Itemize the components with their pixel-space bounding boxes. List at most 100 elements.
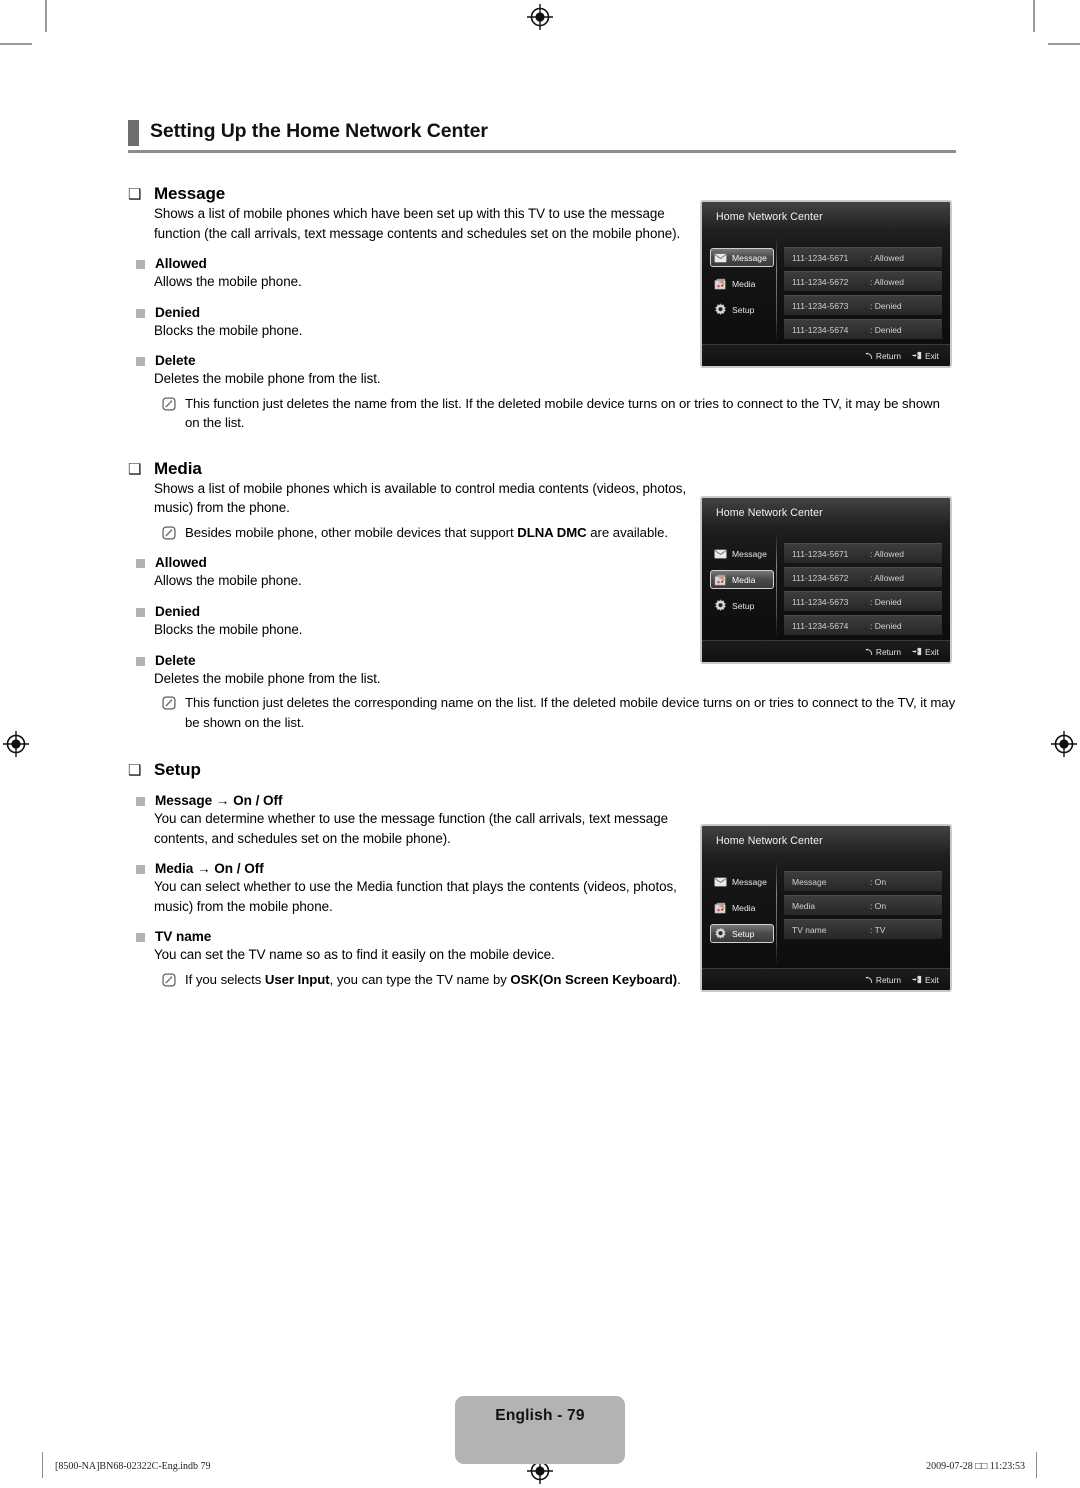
osd-row[interactable]: TV name : TV (784, 919, 942, 939)
section-paragraph: Shows a list of mobile phones which is a… (154, 480, 687, 516)
note-media-delete: This function just deletes the correspon… (162, 693, 956, 732)
osd-row[interactable]: 111-1234-5673 : Denied (784, 295, 942, 315)
osd-nav-item-setup[interactable]: Setup (710, 596, 774, 615)
osd-row-key: 111-1234-5672 (792, 572, 849, 583)
osd-row[interactable]: 111-1234-5674 : Denied (784, 319, 942, 339)
subsection-title: TV name (155, 929, 212, 945)
osd-row-key: TV name (792, 924, 827, 935)
osd-nav-item-setup[interactable]: Setup (710, 924, 774, 943)
osd-row[interactable]: 111-1234-5673 : Denied (784, 591, 942, 611)
osd-row-list: 111-1234-5671 : Allowed 111-1234-5672 : … (784, 543, 942, 639)
osd-nav-item-setup[interactable]: Setup (710, 300, 774, 319)
osd-nav: Message Media Setup (710, 872, 774, 950)
osd-nav-label: Setup (732, 928, 755, 939)
subsection-bullet-icon (136, 357, 145, 367)
note-icon (162, 526, 176, 540)
osd-nav-label: Media (732, 574, 756, 585)
osd-return-button[interactable]: Return (865, 975, 901, 985)
subsection-bullet-icon (136, 933, 145, 943)
osd-row[interactable]: 111-1234-5671 : Allowed (784, 543, 942, 563)
osd-nav-item-media[interactable]: Media (710, 570, 774, 589)
osd-row-key: 111-1234-5673 (792, 300, 849, 311)
osd-nav-item-message[interactable]: Message (710, 872, 774, 891)
osd-exit-button[interactable]: Exit (912, 975, 939, 985)
section-heading-media: ❑ Media (128, 459, 956, 479)
osd-row-key: 111-1234-5674 (792, 324, 849, 335)
subsection-bullet-icon (136, 559, 145, 569)
subsection-title: Denied (155, 304, 201, 320)
subsection-bullet-icon (136, 607, 145, 617)
osd-nav-item-message[interactable]: Message (710, 248, 774, 267)
osd-return-button[interactable]: Return (865, 647, 901, 657)
osd-nav-item-message[interactable]: Message (710, 544, 774, 563)
footer-file-reference: [8500-NA]BN68-02322C-Eng.indb 79 (55, 1461, 211, 1472)
osd-footer: Return Exit (702, 968, 950, 990)
note-text: This function just deletes the correspon… (185, 695, 956, 730)
note-text-emphasis: User Input (264, 971, 330, 987)
note-text-pre: If you selects (185, 971, 265, 987)
osd-return-label: Return (875, 646, 902, 657)
note-text: If you selects User Input, you can type … (185, 970, 681, 989)
osd-row-value: : Allowed (870, 572, 905, 583)
osd-divider (776, 238, 777, 342)
osd-nav-item-media[interactable]: Media (710, 898, 774, 917)
osd-nav-label: Media (732, 902, 756, 913)
osd-title: Home Network Center (716, 507, 823, 519)
note-icon (162, 973, 176, 987)
subsection-title: Denied (155, 603, 201, 619)
osd-row-key: Media (792, 900, 816, 911)
chapter-rule (128, 150, 956, 153)
osd-title: Home Network Center (716, 211, 823, 223)
osd-row-list: Message : On Media : On TV name : TV (784, 871, 942, 943)
note-text-post: are available. (586, 524, 669, 540)
subsection-body: Blocks the mobile phone. (154, 322, 303, 338)
osd-row-value: : Denied (870, 620, 902, 631)
osd-screenshot-setup: Home Network Center Message Media Setup … (700, 824, 952, 992)
manual-page: Setting Up the Home Network Center ❑ Mes… (0, 0, 1080, 1488)
osd-nav-label: Message (732, 252, 767, 263)
note-icon (162, 397, 176, 411)
osd-exit-button[interactable]: Exit (912, 351, 939, 361)
subsection-title: Media → On / Off (155, 861, 264, 877)
envelope-icon (714, 252, 727, 263)
osd-exit-label: Exit (925, 974, 939, 985)
osd-top-glow (702, 202, 950, 244)
osd-title: Home Network Center (716, 835, 823, 847)
osd-row-key: Message (792, 876, 827, 887)
osd-row-value: : Allowed (870, 252, 905, 263)
subsection-body: Deletes the mobile phone from the list. (154, 371, 381, 387)
subsection-title: Delete (155, 652, 196, 668)
osd-nav: Message Media Setup (710, 544, 774, 622)
osd-row[interactable]: Message : On (784, 871, 942, 891)
note-text-emphasis: OSK(On Screen Keyboard) (510, 971, 678, 987)
osd-screenshot-media: Home Network Center Message Media Setup … (700, 496, 952, 664)
osd-exit-button[interactable]: Exit (912, 647, 939, 657)
osd-divider (776, 534, 777, 638)
osd-row[interactable]: Media : On (784, 895, 942, 915)
osd-nav-label: Message (732, 876, 767, 887)
osd-row[interactable]: 111-1234-5672 : Allowed (784, 271, 942, 291)
crop-mark-top-right-vertical (1033, 0, 1035, 32)
osd-row-value: : Allowed (870, 548, 905, 559)
subsection-body: You can determine whether to use the mes… (154, 810, 668, 846)
osd-nav-label: Setup (732, 304, 755, 315)
page-number-label: English - 79 (495, 1407, 585, 1424)
osd-exit-label: Exit (925, 646, 939, 657)
note-text-post: . (677, 971, 681, 987)
osd-nav-item-media[interactable]: Media (710, 274, 774, 293)
note-message-delete: This function just deletes the name from… (162, 394, 956, 433)
gear-icon (714, 927, 727, 940)
subsection-body: Allows the mobile phone. (154, 274, 302, 290)
osd-row[interactable]: 111-1234-5672 : Allowed (784, 567, 942, 587)
chapter-accent-bar (128, 120, 139, 146)
osd-row[interactable]: 111-1234-5674 : Denied (784, 615, 942, 635)
section-title: Setup (154, 759, 201, 779)
osd-screenshot-message: Home Network Center Message Media Setup … (700, 200, 952, 368)
osd-return-button[interactable]: Return (865, 351, 901, 361)
note-text: Besides mobile phone, other mobile devic… (185, 523, 668, 542)
footer-timestamp: 2009-07-28 □□ 11:23:53 (926, 1461, 1025, 1472)
osd-row[interactable]: 111-1234-5671 : Allowed (784, 247, 942, 267)
subsection-title: Message → On / Off (155, 792, 283, 808)
subsection-body: You can select whether to use the Media … (154, 879, 677, 914)
note-text: This function just deletes the name from… (185, 395, 940, 431)
